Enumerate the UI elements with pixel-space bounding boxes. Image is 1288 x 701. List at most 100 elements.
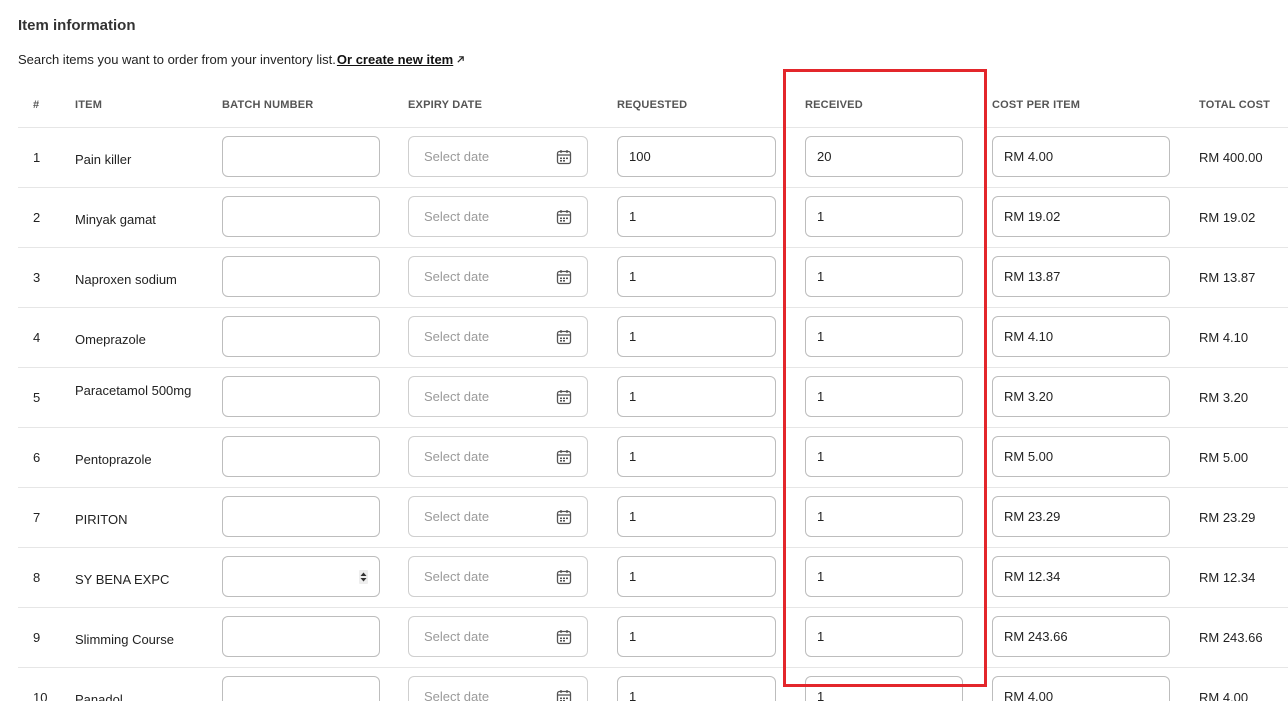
expiry-date-picker[interactable]: Select date bbox=[408, 256, 588, 297]
expiry-date-picker[interactable]: Select date bbox=[408, 496, 588, 537]
calendar-icon[interactable] bbox=[556, 689, 572, 701]
calendar-icon[interactable] bbox=[556, 329, 572, 345]
cost-per-item-input[interactable]: RM 19.02 bbox=[992, 196, 1170, 237]
cost-per-item-input[interactable]: RM 4.10 bbox=[992, 316, 1170, 357]
received-quantity-input[interactable]: 1 bbox=[805, 436, 963, 477]
cost-per-item-input[interactable]: RM 3.20 bbox=[992, 376, 1170, 417]
total-cost: RM 5.00 bbox=[1199, 450, 1249, 465]
cost-per-item-input[interactable]: RM 4.00 bbox=[992, 136, 1170, 177]
table-row: 5 Paracetamol 500mg Select date 1 1 RM 3.20 RM… bbox=[18, 368, 1288, 428]
requested-quantity-value: 1 bbox=[629, 269, 637, 284]
requested-quantity-input[interactable]: 1 bbox=[617, 436, 776, 477]
column-header-requested: REQUESTED bbox=[617, 99, 688, 111]
column-header-batch-number: BATCH NUMBER bbox=[222, 99, 314, 111]
expiry-date-picker[interactable]: Select date bbox=[408, 376, 588, 417]
batch-number-input[interactable] bbox=[222, 136, 380, 177]
requested-quantity-input[interactable]: 1 bbox=[617, 556, 776, 597]
cost-per-item-value: RM 4.00 bbox=[1004, 689, 1054, 701]
expiry-date-placeholder: Select date bbox=[424, 389, 490, 404]
item-name: Minyak gamat bbox=[75, 212, 156, 227]
subtitle-text: Search items you want to order from your… bbox=[18, 52, 336, 67]
expiry-date-picker[interactable]: Select date bbox=[408, 436, 588, 477]
row-number: 10 bbox=[33, 690, 48, 701]
requested-quantity-value: 1 bbox=[629, 629, 637, 644]
create-new-item-link[interactable]: Or create new item bbox=[337, 52, 465, 67]
expiry-date-picker[interactable]: Select date bbox=[408, 316, 588, 357]
batch-number-input[interactable] bbox=[222, 436, 380, 477]
batch-number-input[interactable] bbox=[222, 676, 380, 701]
requested-quantity-input[interactable]: 100 bbox=[617, 136, 776, 177]
expiry-date-placeholder: Select date bbox=[424, 629, 490, 644]
calendar-icon[interactable] bbox=[556, 269, 572, 285]
batch-number-input[interactable] bbox=[222, 496, 380, 537]
table-row: 6 Pentoprazole Select date 1 1 RM 5.00 RM 5.00 bbox=[18, 428, 1288, 488]
batch-number-input[interactable] bbox=[222, 316, 380, 357]
cost-per-item-input[interactable]: RM 5.00 bbox=[992, 436, 1170, 477]
batch-number-input[interactable] bbox=[222, 556, 380, 597]
cost-per-item-value: RM 4.10 bbox=[1004, 329, 1054, 344]
received-quantity-value: 1 bbox=[817, 569, 825, 584]
received-quantity-value: 1 bbox=[817, 389, 825, 404]
cost-per-item-value: RM 23.29 bbox=[1004, 509, 1061, 524]
item-name: PIRITON bbox=[75, 512, 128, 527]
requested-quantity-input[interactable]: 1 bbox=[617, 256, 776, 297]
calendar-icon[interactable] bbox=[556, 449, 572, 465]
requested-quantity-input[interactable]: 1 bbox=[617, 616, 776, 657]
requested-quantity-input[interactable]: 1 bbox=[617, 496, 776, 537]
batch-number-input[interactable] bbox=[222, 616, 380, 657]
expiry-date-placeholder: Select date bbox=[424, 569, 490, 584]
batch-number-input[interactable] bbox=[222, 256, 380, 297]
row-number: 5 bbox=[33, 390, 41, 405]
cost-per-item-value: RM 13.87 bbox=[1004, 269, 1061, 284]
batch-number-input[interactable] bbox=[222, 196, 380, 237]
requested-quantity-input[interactable]: 1 bbox=[617, 316, 776, 357]
expiry-date-picker[interactable]: Select date bbox=[408, 136, 588, 177]
cost-per-item-input[interactable]: RM 12.34 bbox=[992, 556, 1170, 597]
calendar-icon[interactable] bbox=[556, 569, 572, 585]
expiry-date-picker[interactable]: Select date bbox=[408, 196, 588, 237]
calendar-icon[interactable] bbox=[556, 149, 572, 165]
received-quantity-input[interactable]: 1 bbox=[805, 256, 963, 297]
calendar-icon[interactable] bbox=[556, 629, 572, 645]
expiry-date-picker[interactable]: Select date bbox=[408, 556, 588, 597]
received-quantity-input[interactable]: 20 bbox=[805, 136, 963, 177]
cost-per-item-input[interactable]: RM 243.66 bbox=[992, 616, 1170, 657]
expiry-date-picker[interactable]: Select date bbox=[408, 676, 588, 701]
calendar-icon[interactable] bbox=[556, 209, 572, 225]
received-quantity-input[interactable]: 1 bbox=[805, 676, 963, 701]
received-quantity-input[interactable]: 1 bbox=[805, 616, 963, 657]
requested-quantity-input[interactable]: 1 bbox=[617, 196, 776, 237]
received-quantity-input[interactable]: 1 bbox=[805, 316, 963, 357]
requested-quantity-value: 1 bbox=[629, 569, 637, 584]
table-row: 3 Naproxen sodium Select date 1 1 RM 13.87 RM … bbox=[18, 248, 1288, 308]
received-quantity-input[interactable]: 1 bbox=[805, 376, 963, 417]
total-cost: RM 12.34 bbox=[1199, 570, 1256, 585]
total-cost: RM 19.02 bbox=[1199, 210, 1256, 225]
cost-per-item-value: RM 19.02 bbox=[1004, 209, 1061, 224]
requested-quantity-input[interactable]: 1 bbox=[617, 376, 776, 417]
table-row: 10 Panadol Select date 1 1 RM 4.00 RM 4.00 bbox=[18, 668, 1288, 701]
cost-per-item-input[interactable]: RM 4.00 bbox=[992, 676, 1170, 701]
cost-per-item-input[interactable]: RM 13.87 bbox=[992, 256, 1170, 297]
item-name: Naproxen sodium bbox=[75, 272, 177, 287]
received-quantity-input[interactable]: 1 bbox=[805, 196, 963, 237]
row-number: 6 bbox=[33, 450, 41, 465]
expiry-date-picker[interactable]: Select date bbox=[408, 616, 588, 657]
requested-quantity-input[interactable]: 1 bbox=[617, 676, 776, 701]
received-quantity-value: 1 bbox=[817, 629, 825, 644]
item-name: Pain killer bbox=[75, 152, 132, 167]
cost-per-item-value: RM 243.66 bbox=[1004, 629, 1068, 644]
column-header-item: ITEM bbox=[75, 99, 103, 111]
calendar-icon[interactable] bbox=[556, 389, 572, 405]
item-name: Slimming Course bbox=[75, 632, 174, 647]
number-spinner-icon[interactable] bbox=[359, 570, 368, 584]
batch-number-input[interactable] bbox=[222, 376, 380, 417]
column-header-number: # bbox=[33, 99, 40, 111]
calendar-icon[interactable] bbox=[556, 509, 572, 525]
cost-per-item-input[interactable]: RM 23.29 bbox=[992, 496, 1170, 537]
requested-quantity-value: 1 bbox=[629, 689, 637, 701]
row-number: 3 bbox=[33, 270, 41, 285]
received-quantity-input[interactable]: 1 bbox=[805, 496, 963, 537]
received-quantity-input[interactable]: 1 bbox=[805, 556, 963, 597]
requested-quantity-value: 1 bbox=[629, 449, 637, 464]
